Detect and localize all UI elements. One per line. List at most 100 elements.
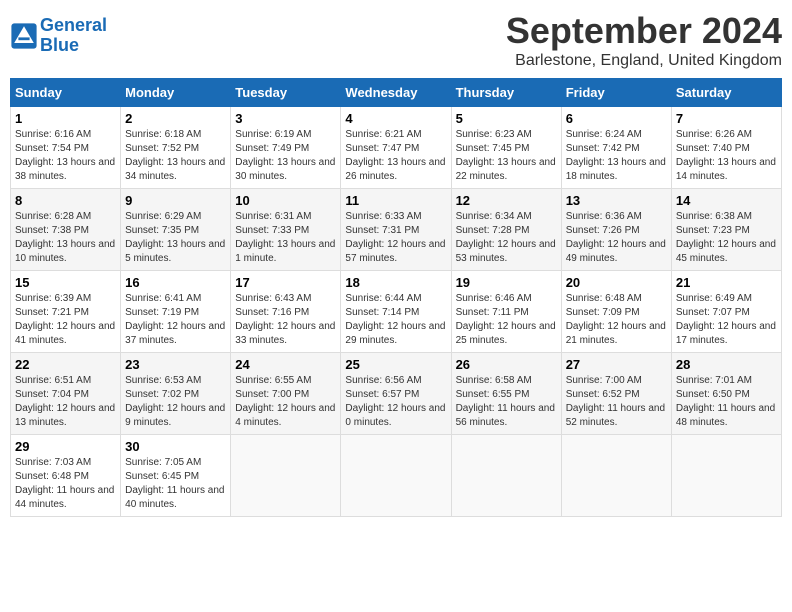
day-number: 2 [125, 111, 226, 126]
calendar-cell: 14 Sunrise: 6:38 AM Sunset: 7:23 PM Dayl… [671, 189, 781, 271]
day-number: 6 [566, 111, 667, 126]
day-info: Sunrise: 6:39 AM Sunset: 7:21 PM Dayligh… [15, 292, 116, 348]
day-number: 13 [566, 193, 667, 208]
weekday-header-tuesday: Tuesday [231, 79, 341, 107]
calendar-table: SundayMondayTuesdayWednesdayThursdayFrid… [10, 78, 782, 517]
day-info: Sunrise: 6:51 AM Sunset: 7:04 PM Dayligh… [15, 374, 116, 430]
day-info: Sunrise: 6:53 AM Sunset: 7:02 PM Dayligh… [125, 374, 226, 430]
calendar-cell: 22 Sunrise: 6:51 AM Sunset: 7:04 PM Dayl… [11, 353, 121, 435]
calendar-cell: 12 Sunrise: 6:34 AM Sunset: 7:28 PM Dayl… [451, 189, 561, 271]
header: General Blue September 2024 Barlestone, … [10, 10, 782, 70]
day-info: Sunrise: 6:56 AM Sunset: 6:57 PM Dayligh… [345, 374, 446, 430]
day-info: Sunrise: 6:19 AM Sunset: 7:49 PM Dayligh… [235, 128, 336, 184]
calendar-cell: 2 Sunrise: 6:18 AM Sunset: 7:52 PM Dayli… [121, 107, 231, 189]
calendar-cell: 15 Sunrise: 6:39 AM Sunset: 7:21 PM Dayl… [11, 271, 121, 353]
day-number: 18 [345, 275, 446, 290]
week-row-2: 8 Sunrise: 6:28 AM Sunset: 7:38 PM Dayli… [11, 189, 782, 271]
day-number: 8 [15, 193, 116, 208]
calendar-cell: 19 Sunrise: 6:46 AM Sunset: 7:11 PM Dayl… [451, 271, 561, 353]
calendar-cell: 25 Sunrise: 6:56 AM Sunset: 6:57 PM Dayl… [341, 353, 451, 435]
day-info: Sunrise: 6:36 AM Sunset: 7:26 PM Dayligh… [566, 210, 667, 266]
calendar-cell: 24 Sunrise: 6:55 AM Sunset: 7:00 PM Dayl… [231, 353, 341, 435]
day-number: 27 [566, 357, 667, 372]
day-number: 9 [125, 193, 226, 208]
calendar-cell: 7 Sunrise: 6:26 AM Sunset: 7:40 PM Dayli… [671, 107, 781, 189]
day-info: Sunrise: 6:23 AM Sunset: 7:45 PM Dayligh… [456, 128, 557, 184]
calendar-cell: 10 Sunrise: 6:31 AM Sunset: 7:33 PM Dayl… [231, 189, 341, 271]
day-number: 10 [235, 193, 336, 208]
day-info: Sunrise: 6:43 AM Sunset: 7:16 PM Dayligh… [235, 292, 336, 348]
weekday-header-monday: Monday [121, 79, 231, 107]
day-info: Sunrise: 6:31 AM Sunset: 7:33 PM Dayligh… [235, 210, 336, 266]
day-number: 12 [456, 193, 557, 208]
calendar-cell: 28 Sunrise: 7:01 AM Sunset: 6:50 PM Dayl… [671, 353, 781, 435]
calendar-cell: 23 Sunrise: 6:53 AM Sunset: 7:02 PM Dayl… [121, 353, 231, 435]
calendar-cell: 1 Sunrise: 6:16 AM Sunset: 7:54 PM Dayli… [11, 107, 121, 189]
weekday-header-sunday: Sunday [11, 79, 121, 107]
logo: General Blue [10, 16, 107, 56]
calendar-cell: 30 Sunrise: 7:05 AM Sunset: 6:45 PM Dayl… [121, 435, 231, 517]
calendar-cell: 8 Sunrise: 6:28 AM Sunset: 7:38 PM Dayli… [11, 189, 121, 271]
day-number: 17 [235, 275, 336, 290]
logo-blue: Blue [40, 35, 79, 55]
calendar-cell: 17 Sunrise: 6:43 AM Sunset: 7:16 PM Dayl… [231, 271, 341, 353]
day-number: 26 [456, 357, 557, 372]
day-number: 28 [676, 357, 777, 372]
calendar-cell [671, 435, 781, 517]
day-info: Sunrise: 6:49 AM Sunset: 7:07 PM Dayligh… [676, 292, 777, 348]
day-number: 16 [125, 275, 226, 290]
day-number: 22 [15, 357, 116, 372]
calendar-cell [231, 435, 341, 517]
day-info: Sunrise: 6:24 AM Sunset: 7:42 PM Dayligh… [566, 128, 667, 184]
calendar-cell: 29 Sunrise: 7:03 AM Sunset: 6:48 PM Dayl… [11, 435, 121, 517]
day-info: Sunrise: 7:00 AM Sunset: 6:52 PM Dayligh… [566, 374, 667, 430]
weekday-header-saturday: Saturday [671, 79, 781, 107]
day-number: 3 [235, 111, 336, 126]
month-title: September 2024 [506, 10, 782, 52]
day-number: 19 [456, 275, 557, 290]
day-number: 11 [345, 193, 446, 208]
day-number: 1 [15, 111, 116, 126]
day-info: Sunrise: 6:28 AM Sunset: 7:38 PM Dayligh… [15, 210, 116, 266]
day-number: 5 [456, 111, 557, 126]
day-number: 30 [125, 439, 226, 454]
title-area: September 2024 Barlestone, England, Unit… [506, 10, 782, 70]
day-number: 29 [15, 439, 116, 454]
logo-text: General Blue [40, 16, 107, 56]
day-info: Sunrise: 6:33 AM Sunset: 7:31 PM Dayligh… [345, 210, 446, 266]
calendar-cell: 21 Sunrise: 6:49 AM Sunset: 7:07 PM Dayl… [671, 271, 781, 353]
day-info: Sunrise: 7:03 AM Sunset: 6:48 PM Dayligh… [15, 456, 116, 512]
day-number: 15 [15, 275, 116, 290]
calendar-cell: 3 Sunrise: 6:19 AM Sunset: 7:49 PM Dayli… [231, 107, 341, 189]
day-number: 25 [345, 357, 446, 372]
day-info: Sunrise: 6:48 AM Sunset: 7:09 PM Dayligh… [566, 292, 667, 348]
calendar-cell: 6 Sunrise: 6:24 AM Sunset: 7:42 PM Dayli… [561, 107, 671, 189]
day-number: 20 [566, 275, 667, 290]
day-info: Sunrise: 6:55 AM Sunset: 7:00 PM Dayligh… [235, 374, 336, 430]
day-info: Sunrise: 6:41 AM Sunset: 7:19 PM Dayligh… [125, 292, 226, 348]
calendar-cell: 5 Sunrise: 6:23 AM Sunset: 7:45 PM Dayli… [451, 107, 561, 189]
day-info: Sunrise: 6:34 AM Sunset: 7:28 PM Dayligh… [456, 210, 557, 266]
week-row-5: 29 Sunrise: 7:03 AM Sunset: 6:48 PM Dayl… [11, 435, 782, 517]
day-info: Sunrise: 7:01 AM Sunset: 6:50 PM Dayligh… [676, 374, 777, 430]
day-info: Sunrise: 7:05 AM Sunset: 6:45 PM Dayligh… [125, 456, 226, 512]
day-info: Sunrise: 6:58 AM Sunset: 6:55 PM Dayligh… [456, 374, 557, 430]
day-info: Sunrise: 6:18 AM Sunset: 7:52 PM Dayligh… [125, 128, 226, 184]
calendar-cell: 4 Sunrise: 6:21 AM Sunset: 7:47 PM Dayli… [341, 107, 451, 189]
calendar-cell: 27 Sunrise: 7:00 AM Sunset: 6:52 PM Dayl… [561, 353, 671, 435]
weekday-header-thursday: Thursday [451, 79, 561, 107]
calendar-cell: 13 Sunrise: 6:36 AM Sunset: 7:26 PM Dayl… [561, 189, 671, 271]
weekday-header-row: SundayMondayTuesdayWednesdayThursdayFrid… [11, 79, 782, 107]
day-info: Sunrise: 6:38 AM Sunset: 7:23 PM Dayligh… [676, 210, 777, 266]
day-number: 21 [676, 275, 777, 290]
week-row-1: 1 Sunrise: 6:16 AM Sunset: 7:54 PM Dayli… [11, 107, 782, 189]
day-number: 7 [676, 111, 777, 126]
weekday-header-wednesday: Wednesday [341, 79, 451, 107]
location: Barlestone, England, United Kingdom [506, 52, 782, 70]
week-row-3: 15 Sunrise: 6:39 AM Sunset: 7:21 PM Dayl… [11, 271, 782, 353]
day-number: 4 [345, 111, 446, 126]
calendar-cell [451, 435, 561, 517]
day-number: 23 [125, 357, 226, 372]
calendar-cell: 11 Sunrise: 6:33 AM Sunset: 7:31 PM Dayl… [341, 189, 451, 271]
calendar-cell [341, 435, 451, 517]
